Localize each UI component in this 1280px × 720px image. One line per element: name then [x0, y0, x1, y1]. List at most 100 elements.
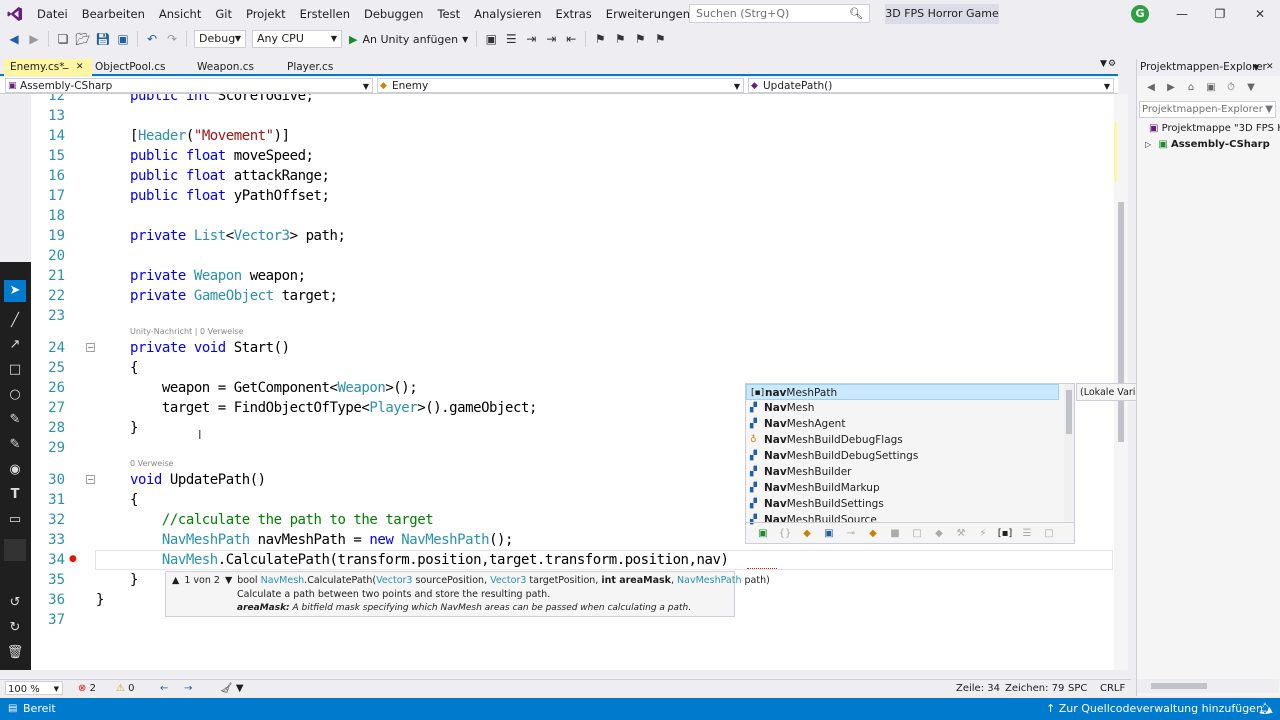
highlighter-icon[interactable]: ✎: [4, 434, 26, 456]
codelens-updatepath[interactable]: 0 Verweise: [130, 459, 173, 468]
namespace-filter-icon[interactable]: {}: [774, 528, 796, 539]
switch-views-icon[interactable]: ▣: [1203, 80, 1219, 96]
save-icon[interactable]: 💾︎: [95, 31, 111, 47]
tab-list-dropdown-icon[interactable]: ▼: [1100, 59, 1107, 69]
editor-vertical-scrollbar[interactable]: [1114, 94, 1128, 670]
solution-horizontal-scrollbar[interactable]: [1137, 679, 1279, 693]
snippet-filter-icon[interactable]: □: [1038, 528, 1060, 539]
quick-action-icon[interactable]: ●: [69, 554, 77, 564]
struct-filter-icon[interactable]: ▣: [818, 528, 840, 539]
notifications-icon[interactable]: 🔔︎: [1258, 698, 1272, 720]
zoom-select[interactable]: 100 % ▼: [5, 681, 63, 695]
menu-item-debuggen[interactable]: Debuggen: [357, 0, 430, 28]
attach-unity-button[interactable]: ▶ An Unity anfügen ▼: [349, 33, 468, 46]
home-icon[interactable]: ⌂: [1183, 80, 1199, 96]
completion-item[interactable]: ▞ NavMeshBuilder: [746, 464, 1059, 480]
completion-item[interactable]: ▞ NavMeshBuildMarkup: [746, 480, 1059, 496]
pointer-icon[interactable]: ➤: [4, 280, 26, 302]
step-icon[interactable]: ⇥: [523, 31, 539, 47]
collapse-icon[interactable]: −: [86, 343, 95, 352]
interface-filter-icon[interactable]: ⊸: [840, 528, 862, 539]
outdent-icon[interactable]: ⇤: [563, 31, 579, 47]
scrollbar-thumb[interactable]: [1118, 202, 1124, 442]
code-line[interactable]: {: [130, 492, 138, 508]
redo-icon[interactable]: ↻: [4, 617, 26, 639]
new-item-icon[interactable]: ❏: [55, 31, 71, 47]
delegate-filter-icon[interactable]: ■: [884, 528, 906, 539]
method-filter-icon[interactable]: ◆: [928, 528, 950, 539]
collapse-icon[interactable]: −: [86, 475, 95, 484]
completion-item[interactable]: [▪] navMeshPath: [746, 384, 1059, 400]
completion-item[interactable]: ▞ NavMesh: [746, 400, 1059, 416]
platform-select[interactable]: Any CPU ▼: [252, 30, 342, 48]
scrollbar-thumb[interactable]: [1151, 683, 1207, 689]
screenshot-icon[interactable]: ▣: [483, 31, 499, 47]
minimize-icon[interactable]: —: [1168, 4, 1196, 24]
code-line[interactable]: public int ScoreToGive;: [130, 94, 314, 104]
configuration-select[interactable]: Debug ▼: [194, 30, 246, 48]
search-input[interactable]: Suchen (Strg+Q) 🔍︎: [689, 4, 870, 23]
code-line[interactable]: weapon = GetComponent<Weapon>();: [130, 380, 418, 396]
save-all-icon[interactable]: ▣: [115, 31, 131, 47]
source-control-button[interactable]: ↑ Zur Quellcodeverwaltung hinzufügen ▲: [1046, 698, 1273, 720]
format-icon[interactable]: ☰: [503, 31, 519, 47]
forward-icon[interactable]: ▶: [1163, 80, 1179, 96]
prev-bookmark-icon[interactable]: ⚑: [612, 31, 628, 47]
error-count[interactable]: ⊗ 2: [78, 681, 96, 696]
menu-item-ansicht[interactable]: Ansicht: [152, 0, 208, 28]
menu-item-bearbeiten[interactable]: Bearbeiten: [75, 0, 152, 28]
class-select[interactable]: ◆ Enemy ▼: [377, 78, 744, 93]
navigate-forward-icon[interactable]: ▶: [26, 31, 42, 47]
code-line[interactable]: private void Start(): [130, 340, 290, 356]
solution-search-input[interactable]: Projektmappen-Explorer ▼: [1139, 101, 1276, 118]
code-line[interactable]: public float moveSpeed;: [130, 148, 314, 164]
open-file-icon[interactable]: 📂︎: [75, 31, 91, 47]
next-issue-icon[interactable]: →: [184, 681, 192, 696]
project-node[interactable]: ▷ ▣ Assembly-CSharp: [1145, 137, 1270, 153]
code-line[interactable]: private GameObject target;: [130, 288, 338, 304]
code-line[interactable]: }: [130, 420, 138, 436]
expand-arrow-icon[interactable]: ▷: [1145, 140, 1151, 149]
chevron-down-icon[interactable]: ▼: [1253, 59, 1259, 76]
class-filter-icon[interactable]: ◆: [796, 528, 818, 539]
color-picker-icon[interactable]: ◉: [4, 459, 26, 481]
close-icon[interactable]: ✕: [76, 59, 84, 75]
solution-node[interactable]: ▣ Projektmappe "3D FPS H: [1149, 121, 1280, 137]
code-line[interactable]: [Header("Movement")]: [130, 128, 290, 144]
overload-next-icon[interactable]: ▼: [225, 575, 232, 586]
tab-enemy-cs[interactable]: Enemy.cs* ⚊ ✕: [4, 59, 92, 76]
account-avatar[interactable]: G: [1131, 5, 1149, 23]
codelens-start[interactable]: Unity-Nachricht | 0 Verweise: [130, 327, 244, 336]
pin-icon[interactable]: ⚊: [62, 59, 69, 75]
code-line[interactable]: public float attackRange;: [130, 168, 330, 184]
text-tool-icon[interactable]: T: [4, 484, 26, 506]
visual-studio-logo-icon[interactable]: [0, 0, 30, 28]
code-line[interactable]: }: [96, 592, 104, 608]
menu-item-git[interactable]: Git: [208, 0, 239, 28]
code-cleanup-icon[interactable]: 🧹︎ ▼: [220, 681, 244, 696]
tab-player-cs[interactable]: Player.cs: [281, 59, 371, 76]
property-filter-icon[interactable]: ⚒: [950, 528, 972, 539]
close-icon[interactable]: ✕: [1246, 4, 1274, 24]
code-line[interactable]: //calculate the path to the target: [130, 512, 434, 528]
completion-item[interactable]: ♁ NavMeshBuildDebugFlags: [746, 432, 1059, 448]
enum-filter-icon[interactable]: ◆: [862, 528, 884, 539]
redo-icon[interactable]: ↷: [164, 31, 180, 47]
intellisense-completion-list[interactable]: [▪] navMeshPath ▞ NavMesh ▞ NavMeshAgent ♁ NavM…: [745, 383, 1075, 544]
back-icon[interactable]: ◀: [1143, 80, 1159, 96]
menu-item-erweiterungen[interactable]: Erweiterungen: [599, 0, 697, 28]
code-line[interactable]: private List<Vector3> path;: [130, 228, 346, 244]
next-bookmark-icon[interactable]: ⚑: [632, 31, 648, 47]
menu-item-datei[interactable]: Datei: [30, 0, 75, 28]
previous-issue-icon[interactable]: ←: [160, 681, 168, 696]
pending-changes-icon[interactable]: ⏱: [1223, 80, 1239, 96]
menu-item-erstellen[interactable]: Erstellen: [293, 0, 357, 28]
pen-icon[interactable]: ✎: [4, 409, 26, 431]
code-line[interactable]: target = FindObjectOfType<Player>().game…: [130, 400, 537, 416]
navigate-back-icon[interactable]: ◀: [6, 31, 22, 47]
module-filter-icon[interactable]: □: [906, 528, 928, 539]
warning-count[interactable]: ⚠ 0: [116, 681, 135, 696]
project-select[interactable]: ▣ Assembly-CSharp ▼: [5, 78, 373, 93]
overload-prev-icon[interactable]: ▲: [172, 575, 179, 586]
code-line[interactable]: NavMeshPath navMeshPath = new NavMeshPat…: [130, 532, 514, 548]
